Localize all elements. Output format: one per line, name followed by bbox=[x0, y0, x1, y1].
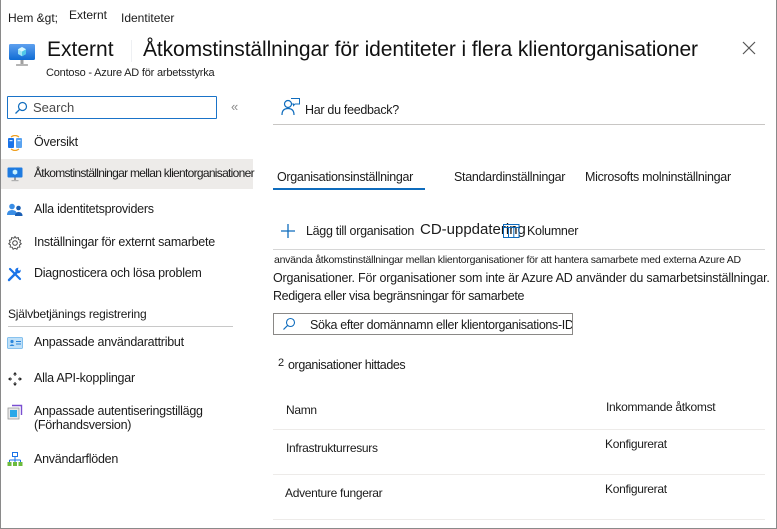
breadcrumb-identiteter[interactable]: Identiteter bbox=[121, 11, 174, 25]
cell-inbound-access: Konfigurerat bbox=[605, 437, 667, 451]
collapse-sidebar-button[interactable]: « bbox=[231, 99, 238, 114]
plus-icon bbox=[281, 224, 295, 238]
feedback-divider bbox=[273, 124, 765, 125]
sidebar-item-api-connectors[interactable]: Alla API-kopplingar bbox=[1, 364, 253, 394]
sidebar-item-label: Åtkomstinställningar mellan klientorgani… bbox=[34, 166, 255, 180]
sidebar-item-identity-providers[interactable]: Alla identitetsproviders bbox=[1, 195, 253, 225]
sidebar-search[interactable] bbox=[7, 96, 217, 119]
section-header-self-service: Självbetjänings registrering bbox=[8, 307, 147, 321]
column-header-inbound-access[interactable]: Inkommande åtkomst bbox=[606, 400, 716, 414]
users-icon bbox=[7, 203, 23, 216]
table-row[interactable]: Adventure fungerar Konfigurerat bbox=[273, 475, 765, 519]
column-header-name[interactable]: Namn bbox=[286, 403, 317, 417]
breadcrumb-externt[interactable]: Externt bbox=[69, 8, 107, 22]
sidebar-item-cross-tenant-access[interactable]: Åtkomstinställningar mellan klientorgani… bbox=[1, 159, 255, 189]
sidebar-item-oversikt[interactable]: Översikt bbox=[1, 128, 253, 158]
sidebar-item-sublabel: (Förhandsversion) bbox=[34, 418, 132, 432]
header-separator bbox=[131, 40, 132, 62]
gear-icon bbox=[7, 235, 23, 250]
organization-search[interactable] bbox=[273, 313, 573, 335]
columns-label: Kolumner bbox=[527, 224, 579, 238]
sidebar-item-label: Anpassade autentiseringstillägg bbox=[34, 404, 203, 418]
description-line-2: Organisationer. För organisationer som i… bbox=[273, 271, 770, 285]
search-icon bbox=[15, 101, 28, 114]
sidebar-item-label: Anpassade användarattribut bbox=[34, 335, 184, 349]
page-subtitle: Contoso - Azure AD för arbetsstyrka bbox=[46, 67, 215, 79]
active-tab-indicator bbox=[273, 188, 425, 190]
sidebar-item-diagnose[interactable]: Diagnosticera och lösa problem bbox=[1, 259, 253, 289]
columns-icon bbox=[503, 224, 520, 238]
move-arrows-icon bbox=[8, 372, 22, 386]
feedback-label: Har du feedback? bbox=[305, 103, 399, 117]
cell-inbound-access: Konfigurerat bbox=[605, 482, 667, 496]
monitor-icon bbox=[7, 167, 23, 182]
tab-microsoft-cloud-settings[interactable]: Microsofts molninställningar bbox=[585, 170, 731, 184]
monitor-cube-icon bbox=[9, 44, 35, 66]
extension-icon bbox=[7, 404, 23, 420]
sidebar-item-custom-attributes[interactable]: Anpassade användarattribut bbox=[1, 328, 253, 358]
page-title: Åtkomstinställningar för identiteter i f… bbox=[143, 38, 698, 61]
tab-default-settings[interactable]: Standardinställningar bbox=[454, 170, 565, 184]
result-count-label: organisationer hittades bbox=[288, 358, 406, 372]
description-line-1: använda åtkomstinställningar mellan klie… bbox=[274, 254, 741, 266]
sidebar-item-auth-extensions[interactable]: Anpassade autentiseringstillägg (Förhand… bbox=[1, 397, 253, 437]
wrench-icon bbox=[7, 267, 22, 282]
section-divider bbox=[8, 326, 233, 327]
tab-organization-settings[interactable]: Organisationsinställningar bbox=[277, 170, 413, 184]
add-organization-label: Lägg till organisation bbox=[306, 224, 415, 238]
feedback-icon bbox=[281, 98, 300, 116]
sidebar-search-input[interactable] bbox=[33, 99, 213, 116]
flow-hierarchy-icon bbox=[7, 452, 23, 466]
search-icon bbox=[283, 317, 296, 330]
result-count: 2 bbox=[278, 357, 285, 369]
sidebar-item-label: Alla API-kopplingar bbox=[34, 371, 135, 385]
cell-name[interactable]: Infrastrukturresurs bbox=[286, 441, 378, 455]
close-icon[interactable] bbox=[741, 40, 757, 56]
row-divider bbox=[273, 519, 765, 520]
cell-name[interactable]: Adventure fungerar bbox=[285, 486, 383, 500]
sidebar-item-label: Användarflöden bbox=[34, 452, 119, 466]
sidebar-item-label: Inställningar för externt samarbete bbox=[34, 235, 215, 249]
description-line-3: Redigera eller visa begränsningar för sa… bbox=[273, 289, 525, 303]
contact-card-icon bbox=[7, 337, 23, 349]
sidebar-item-label: Alla identitetsproviders bbox=[34, 202, 154, 216]
toolbar-divider bbox=[273, 249, 765, 250]
sidebar-item-label: Diagnosticera och lösa problem bbox=[34, 266, 202, 280]
sidebar-item-user-flows[interactable]: Användarflöden bbox=[1, 445, 253, 475]
organization-search-input[interactable] bbox=[310, 316, 572, 333]
sidebar-item-external-collaboration[interactable]: Inställningar för externt samarbete bbox=[1, 228, 253, 258]
overview-icon bbox=[8, 135, 22, 151]
breadcrumb-home[interactable]: Hem &gt; bbox=[8, 11, 58, 25]
table-row[interactable]: Infrastrukturresurs Konfigurerat bbox=[273, 430, 765, 474]
app-name: Externt bbox=[47, 38, 114, 61]
sidebar-item-label: Översikt bbox=[34, 135, 78, 149]
